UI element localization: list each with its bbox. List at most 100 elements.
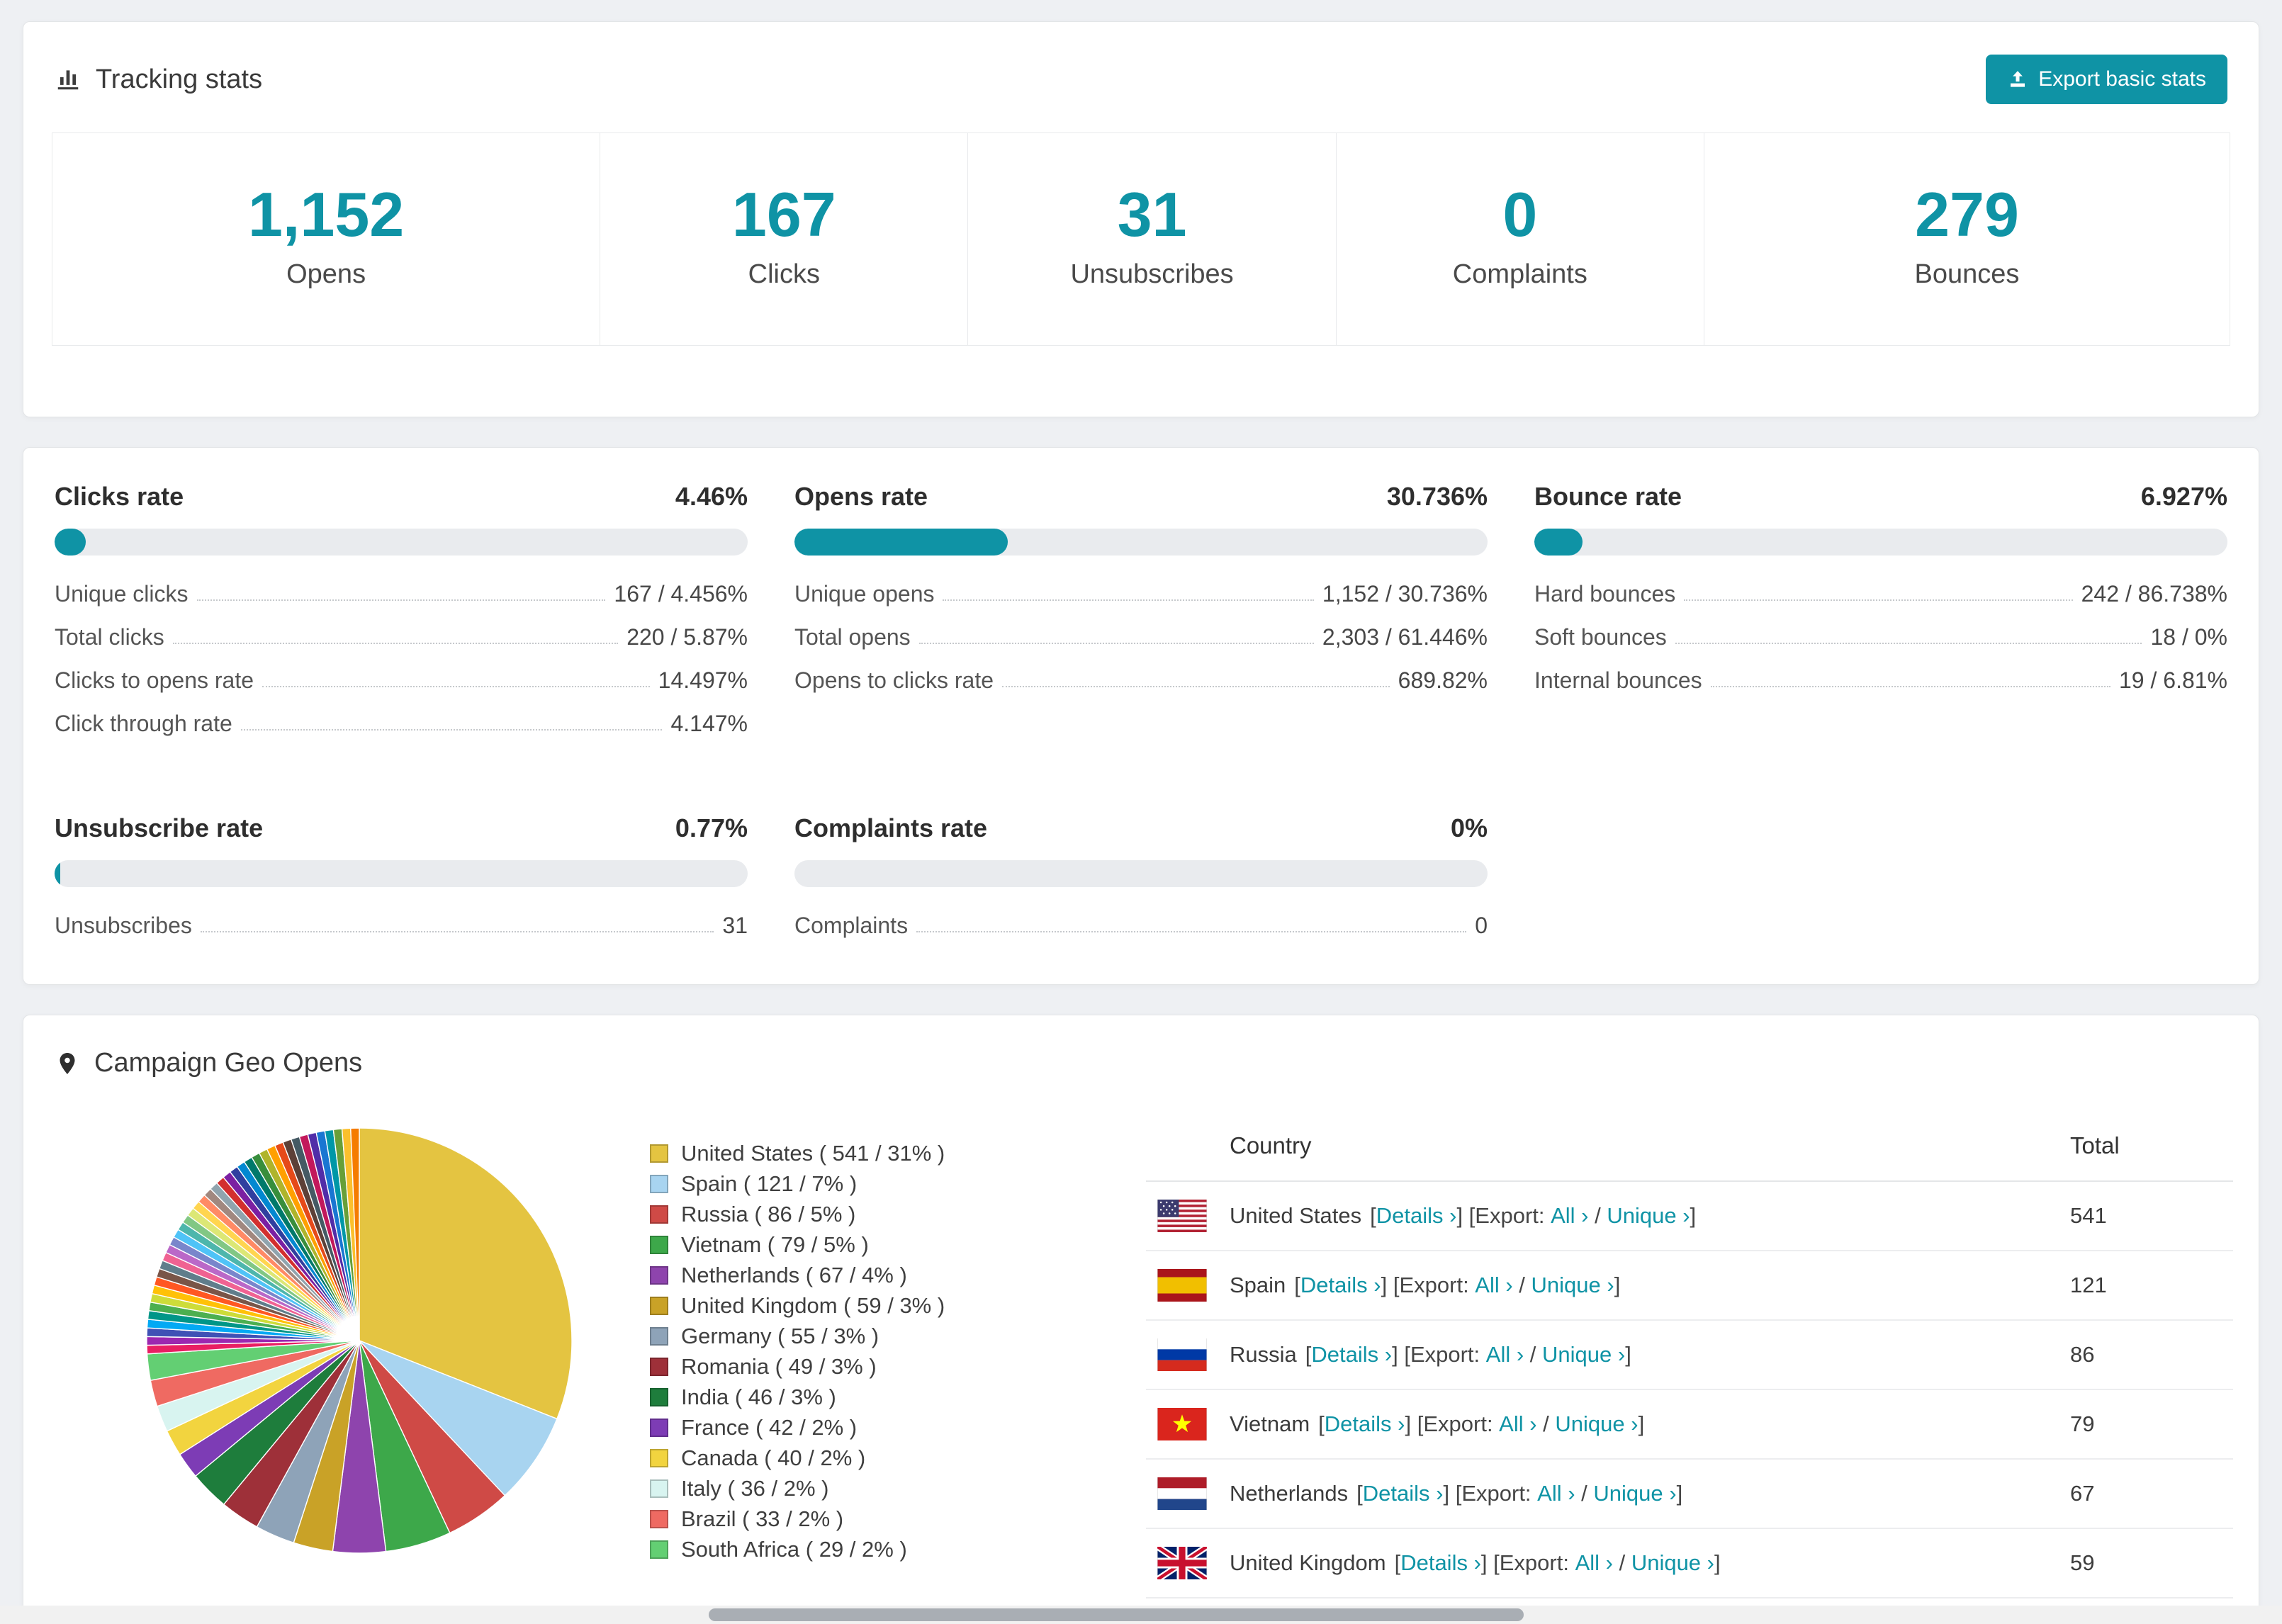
country-name: Vietnam [1230,1411,1310,1436]
metric-label: Complaints [794,913,909,938]
bounce-rate-value: 6.927% [2140,482,2227,511]
export-label: [Export: [1393,1273,1476,1297]
opens-rate-progressbar [794,529,1488,556]
dotted-leader [262,686,650,687]
export-unique-link[interactable]: Unique › [1631,1550,1714,1576]
export-all-link[interactable]: All › [1475,1273,1512,1298]
country-cell: Russia[Details ›] [Export: All › / Uniqu… [1146,1338,2070,1371]
legend-swatch [650,1449,668,1467]
geo-table: Country Total United States[Details ›] [… [1146,1093,2233,1624]
unsubscribe-rate-title: Unsubscribe rate [55,813,264,842]
dotted-leader [918,643,1314,644]
geo-opens-card: Campaign Geo Opens United States ( 541 /… [23,1015,2259,1624]
export-unique-link[interactable]: Unique › [1593,1481,1676,1506]
export-all-link[interactable]: All › [1551,1203,1588,1229]
map-pin-icon [60,1052,75,1074]
metric-value: 14.497% [658,667,748,693]
export-unique-link[interactable]: Unique › [1607,1203,1690,1229]
metric-label: Total clicks [55,624,164,650]
details-link[interactable]: Details › [1325,1411,1405,1437]
legend-label: Romania ( 49 / 3% ) [681,1354,877,1379]
flag-icon [1157,1547,1207,1579]
metric-value: 2,303 / 61.446% [1322,624,1488,650]
legend-swatch [650,1236,668,1254]
country-cell: Netherlands[Details ›] [Export: All › / … [1146,1477,2070,1510]
details-link[interactable]: Details › [1311,1342,1392,1368]
export-unique-link[interactable]: Unique › [1531,1273,1614,1298]
legend-item: Brazil ( 33 / 2% ) [650,1508,1146,1530]
tracking-stats-title-text: Tracking stats [96,64,263,94]
metric-label: Unique opens [794,581,935,607]
country-total: 79 [2070,1389,2233,1460]
total-column-header: Total [2070,1093,2233,1182]
country-cell: United States[Details ›] [Export: All › … [1146,1200,2070,1232]
details-link[interactable]: Details › [1300,1273,1381,1298]
geo-table-row: United Kingdom[Details ›] [Export: All ›… [1146,1528,2233,1598]
metric-label: Soft bounces [1534,624,1667,650]
opens-label: Opens [286,259,366,289]
country-name: Russia [1230,1342,1297,1367]
legend-item: South Africa ( 29 / 2% ) [650,1538,1146,1561]
details-link[interactable]: Details › [1363,1481,1444,1506]
country-name: United States [1230,1203,1362,1228]
legend-label: United Kingdom ( 59 / 3% ) [681,1293,945,1318]
dotted-leader [172,643,619,644]
complaints-rate-value: 0% [1450,813,1488,842]
export-all-link[interactable]: All › [1537,1481,1575,1506]
export-basic-stats-button[interactable]: Export basic stats [1986,55,2227,104]
legend-swatch [650,1510,668,1528]
unsubscribe-rate-progressbar [55,860,748,887]
export-all-link[interactable]: All › [1499,1411,1536,1437]
legend-swatch [650,1479,668,1498]
export-unique-link[interactable]: Unique › [1555,1411,1638,1437]
geo-table-row: Netherlands[Details ›] [Export: All › / … [1146,1459,2233,1529]
dotted-leader [943,599,1314,601]
bar-chart-icon [57,70,79,90]
flag-icon [1157,1408,1207,1440]
rate-metric-row: Click through rate 4.147% [55,711,748,737]
metric-label: Total opens [794,624,911,650]
metric-label: Internal bounces [1534,667,1702,693]
clicks-value: 167 [731,179,836,249]
export-all-link[interactable]: All › [1486,1342,1524,1368]
rates-card: Clicks rate 4.46% Unique clicks 167 / 4.4… [23,447,2259,985]
legend-swatch [650,1205,668,1224]
geo-table-row: Vietnam[Details ›] [Export: All › / Uniq… [1146,1389,2233,1460]
legend-swatch [650,1388,668,1406]
country-cell: Spain[Details ›] [Export: All › / Unique… [1146,1269,2070,1302]
export-label: [Export: [1455,1481,1538,1506]
stat-opens: 1,152 Opens [52,132,601,346]
legend-swatch [650,1144,668,1163]
scrollbar-thumb[interactable] [709,1608,1524,1621]
legend-item: United States ( 541 / 31% ) [650,1142,1146,1165]
legend-label: Canada ( 40 / 2% ) [681,1445,866,1470]
dotted-leader [1684,599,2073,601]
complaints-value: 0 [1502,179,1538,249]
export-basic-stats-label: Export basic stats [2038,67,2206,91]
complaints-rate-title: Complaints rate [794,813,988,842]
details-link[interactable]: Details › [1400,1550,1481,1576]
geo-table-row: United States[Details ›] [Export: All › … [1146,1181,2233,1251]
rate-metric-row: Soft bounces 18 / 0% [1534,624,2227,650]
rate-metric-row: Total opens 2,303 / 61.446% [794,624,1488,650]
flag-icon [1157,1477,1207,1510]
details-link[interactable]: Details › [1376,1203,1457,1229]
metric-value: 18 / 0% [2150,624,2227,650]
geo-table-row: Russia[Details ›] [Export: All › / Uniqu… [1146,1320,2233,1390]
metric-value: 1,152 / 30.736% [1322,581,1488,607]
export-label: [Export: [1493,1550,1575,1575]
geo-pie-wrap [69,1093,650,1624]
metric-value: 689.82% [1398,667,1488,693]
export-unique-link[interactable]: Unique › [1542,1342,1625,1368]
export-label: [Export: [1404,1342,1486,1367]
geo-opens-title: Campaign Geo Opens [55,1048,362,1078]
stats-row: 1,152 Opens 167 Clicks 31 Unsubscribes 0… [52,132,2231,346]
flag-icon [1157,1269,1207,1302]
legend-label: Netherlands ( 67 / 4% ) [681,1263,907,1287]
country-cell: Vietnam[Details ›] [Export: All › / Uniq… [1146,1408,2070,1440]
metric-value: 19 / 6.81% [2119,667,2227,693]
metric-label: Click through rate [55,711,232,736]
export-all-link[interactable]: All › [1575,1550,1613,1576]
clicks-label: Clicks [748,259,820,289]
rate-metric-row: Unsubscribes 31 [55,913,748,939]
